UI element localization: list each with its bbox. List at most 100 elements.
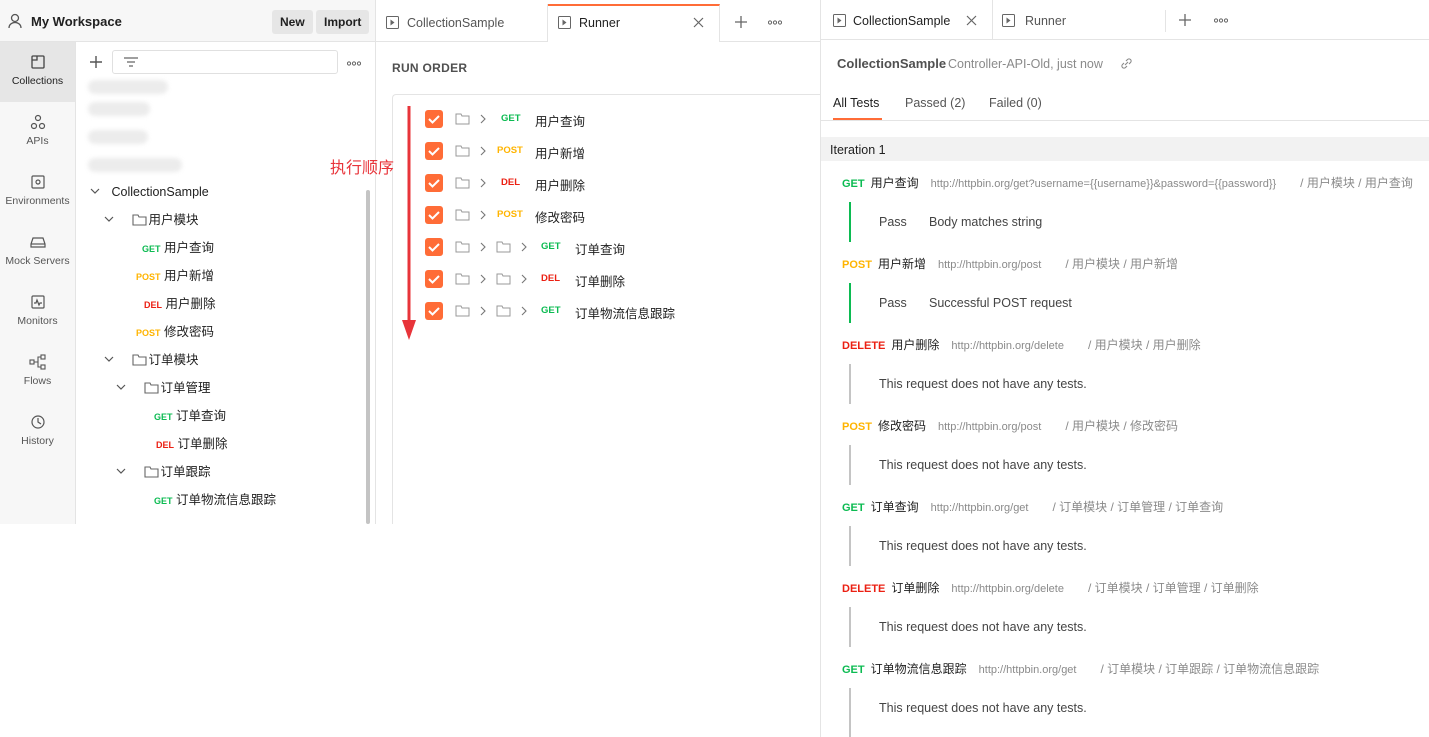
tree-request[interactable]: DEL 订单删除 [156,434,228,454]
folder-icon [496,272,511,285]
run-results-panel: CollectionSample Runner CollectionSample… [820,0,1429,737]
tab-failed[interactable]: Failed (0) [989,96,1042,110]
folder-name: 订单跟踪 [160,465,211,479]
result-request[interactable]: POST 用户新增 http://httpbin.org/post / 用户模块 / … [842,255,1178,273]
workspace-title[interactable]: My Workspace [31,14,122,29]
result-request[interactable]: DELETE 订单删除 http://httpbin.org/delete / 订单模… [842,579,1259,597]
chevron-right-icon[interactable] [480,114,487,124]
request-url: http://httpbin.org/delete [951,340,1064,352]
chevron-right-icon[interactable] [480,146,487,156]
request-path: / 订单模块 / 订单管理 / 订单查询 [1052,500,1224,514]
filter-input[interactable] [112,50,338,74]
chevron-right-icon[interactable] [521,274,528,284]
run-order-row[interactable]: DEL 订单删除 [393,263,813,295]
method-badge: GET [541,305,561,316]
run-order-row[interactable]: POST 用户新增 [393,135,813,167]
test-message: This request does not have any tests. [879,620,1087,634]
rail-label: Collections [11,75,64,87]
rail-label: History [21,435,54,447]
run-order-row[interactable]: POST 修改密码 [393,199,813,231]
method-badge: POST [842,421,872,433]
new-tab-icon[interactable] [734,15,748,29]
tree-request[interactable]: DEL 用户删除 [144,294,216,314]
close-icon[interactable] [966,15,977,26]
more-tabs-icon[interactable] [1214,18,1228,23]
rail-item-environments[interactable]: Environments [0,162,75,222]
result-indicator-pass [849,283,851,323]
request-url: http://httpbin.org/get?username={{userna… [930,178,1277,190]
request-name: 用户新增 [877,257,926,271]
rail-label: APIs [26,135,49,147]
more-options-icon[interactable] [347,61,361,66]
tab-all-tests[interactable]: All Tests [833,96,879,110]
rail-item-mock-servers[interactable]: Mock Servers [0,222,75,282]
run-order-row[interactable]: GET 订单物流信息跟踪 [393,295,813,327]
annotation-arrow [402,106,416,342]
chevron-right-icon[interactable] [521,242,528,252]
redacted-collection [88,80,168,94]
results-collection-name[interactable]: CollectionSample [837,56,946,71]
tab-passed[interactable]: Passed (2) [905,96,965,110]
tree-request[interactable]: POST 修改密码 [136,322,214,342]
chevron-right-icon[interactable] [480,306,487,316]
folder-icon [455,176,470,189]
rail-item-collections[interactable]: Collections [0,42,75,102]
checkbox-checked[interactable] [425,238,443,256]
tree-folder-order-track[interactable]: 订单跟踪 [116,462,211,482]
chevron-right-icon[interactable] [480,210,487,220]
tab-collection-sample[interactable]: CollectionSample [821,0,993,40]
add-icon[interactable] [89,55,103,69]
tree-request[interactable]: GET 订单物流信息跟踪 [154,490,276,510]
play-icon [558,16,571,29]
redacted-collection [88,158,182,172]
tree-request[interactable]: GET 订单查询 [154,406,226,426]
rail-item-monitors[interactable]: Monitors [0,282,75,342]
method-badge: DELETE [842,340,886,352]
rail-item-flows[interactable]: Flows [0,342,75,402]
folder-icon [455,144,470,157]
chevron-right-icon[interactable] [521,306,528,316]
tree-request[interactable]: POST 用户新增 [136,266,214,286]
environments-icon [30,175,45,189]
result-request[interactable]: GET 订单物流信息跟踪 http://httpbin.org/get / 订单模块 … [842,660,1319,678]
new-tab-icon[interactable] [1178,13,1192,27]
play-icon [1002,14,1015,27]
tab-collection-sample[interactable]: CollectionSample [376,4,548,42]
tree-collection[interactable]: CollectionSample [90,182,209,202]
result-request[interactable]: DELETE 用户删除 http://httpbin.org/delete / 用户模… [842,336,1201,354]
chevron-right-icon[interactable] [480,274,487,284]
checkbox-checked[interactable] [425,174,443,192]
checkbox-checked[interactable] [425,206,443,224]
tab-runner[interactable]: Runner [993,0,1165,40]
run-order-row[interactable]: GET 订单查询 [393,231,813,263]
chevron-right-icon[interactable] [480,242,487,252]
rail-label: Flows [23,375,52,387]
chevron-right-icon[interactable] [480,178,487,188]
tree-folder-order[interactable]: 订单模块 [104,350,199,370]
checkbox-checked[interactable] [425,142,443,160]
request-name: 订单物流信息跟踪 [870,662,967,676]
mock-servers-icon [29,237,46,248]
run-order-row[interactable]: DEL 用户删除 [393,167,813,199]
more-tabs-icon[interactable] [768,20,782,25]
sidebar-scrollbar-thumb[interactable] [366,190,370,524]
import-button[interactable]: Import [316,10,370,34]
checkbox-checked[interactable] [425,302,443,320]
folder-icon [132,213,147,226]
tree-request[interactable]: GET 用户查询 [142,238,214,258]
new-button[interactable]: New [272,10,313,34]
link-icon[interactable] [1120,57,1133,70]
checkbox-checked[interactable] [425,270,443,288]
result-request[interactable]: GET 订单查询 http://httpbin.org/get / 订单模块 / 订单… [842,498,1223,516]
checkbox-checked[interactable] [425,110,443,128]
result-request[interactable]: GET 用户查询 http://httpbin.org/get?username={… [842,174,1413,192]
rail-item-apis[interactable]: APIs [0,102,75,162]
tree-folder-order-mgmt[interactable]: 订单管理 [116,378,211,398]
tab-runner[interactable]: Runner [548,4,720,42]
tree-folder-user[interactable]: 用户模块 [104,210,199,230]
close-icon[interactable] [693,17,704,28]
run-order-row[interactable]: GET 用户查询 [393,103,813,135]
result-request[interactable]: POST 修改密码 http://httpbin.org/post / 用户模块 / … [842,417,1178,435]
user-icon[interactable] [8,13,22,29]
rail-item-history[interactable]: History [0,402,75,462]
